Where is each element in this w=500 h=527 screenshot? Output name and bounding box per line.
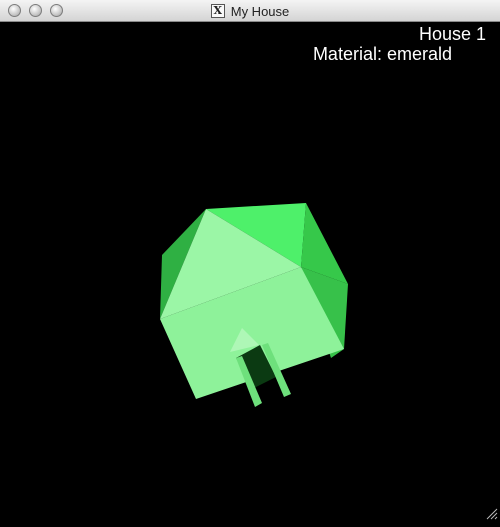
house-render [160, 203, 348, 407]
material-label: Material: emerald [312, 44, 452, 64]
resize-grip-icon[interactable] [486, 508, 498, 520]
house-label: House 1 [418, 24, 486, 44]
window-title: X My House [0, 0, 500, 22]
window-title-text: My House [230, 3, 290, 19]
x11-icon: X [210, 4, 225, 18]
window-titlebar[interactable]: X My House [0, 0, 500, 22]
gl-viewport[interactable]: House 1 Material: emerald [0, 22, 500, 522]
